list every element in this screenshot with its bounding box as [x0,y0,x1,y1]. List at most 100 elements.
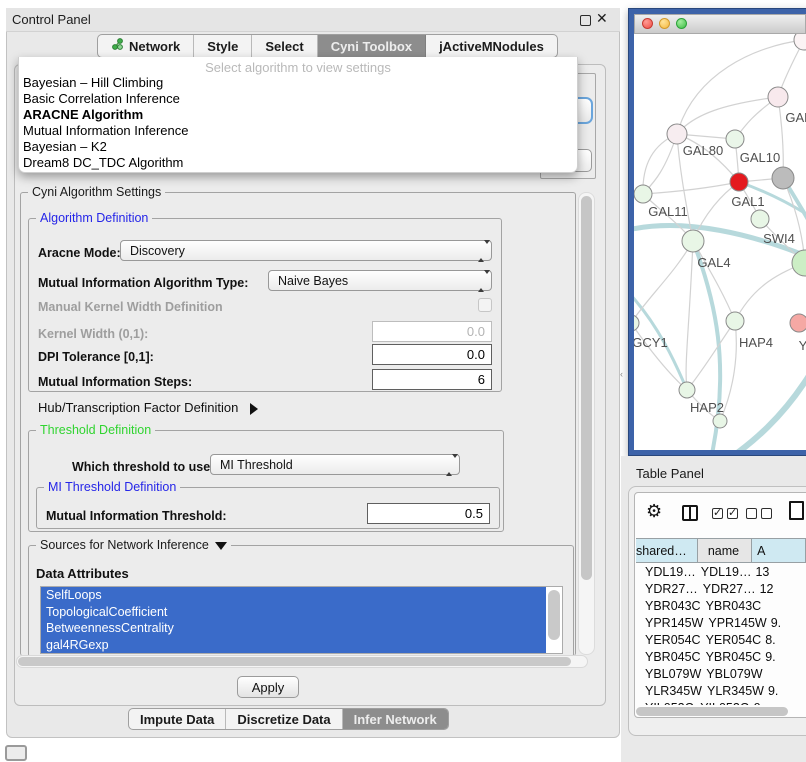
network-icon [111,38,124,54]
network-node[interactable] [794,34,806,50]
which-threshold-combobox[interactable]: MI Threshold [210,454,460,475]
network-node-y[interactable] [790,314,806,332]
minimized-panel-icon[interactable] [5,745,27,761]
tab-select[interactable]: Select [252,35,317,57]
network-node-gal7[interactable] [768,87,788,107]
algorithm-option-bayesian-hill-climbing[interactable]: Bayesian – Hill Climbing [19,75,577,91]
network-node-hap2[interactable] [679,382,695,398]
network-node-gal1[interactable] [751,210,769,228]
data-attributes-list[interactable]: SelfLoopsTopologicalCoefficientBetweenne… [40,586,563,654]
table-row[interactable]: YDL19…YDL19…13 [636,563,806,580]
window-zoom-icon[interactable] [676,18,687,29]
document-icon[interactable] [789,501,804,520]
algorithm-dropdown-popup: Select algorithm to view settings Bayesi… [18,57,578,173]
mi-threshold-label: Mutual Information Threshold: [46,509,227,523]
gear-icon[interactable]: ⚙ [646,501,662,522]
mi-threshold-field[interactable]: 0.5 [367,503,490,524]
table-row[interactable]: YDR27…YDR27…12 [636,580,806,597]
node-label-swi4: SWI4 [763,231,795,246]
algorithm-option-mutual-information-inference[interactable]: Mutual Information Inference [19,123,577,139]
algorithm-option-aracne-algorithm[interactable]: ARACNE Algorithm [19,107,577,123]
network-edge [634,323,687,390]
manual-kernel-width-label: Manual Kernel Width Definition [38,300,223,314]
tab-infer-network[interactable]: Infer Network [343,709,448,729]
network-node-hap4[interactable] [726,312,744,330]
network-node-gal10[interactable] [726,130,744,148]
table-cell: YBR043C [701,597,762,614]
attribute-item-betweennesscentrality[interactable]: BetweennessCentrality [41,620,546,637]
tab-discretize-data[interactable]: Discretize Data [226,709,342,729]
manual-kernel-width-checkbox[interactable] [478,298,492,312]
network-node-gal80[interactable] [667,124,687,144]
attribute-item-gal4rgexp[interactable]: gal4RGexp [41,637,546,654]
table-row[interactable]: YPR145WYPR145W9. [636,614,806,631]
attribute-item-selfloops[interactable]: SelfLoops [41,587,546,604]
mi-threshold-value: 0.5 [465,506,483,521]
window-close-icon[interactable] [642,18,653,29]
table-cell: YDR27… [698,580,756,597]
table-cell: YIL052C [636,699,695,705]
algorithm-option-basic-correlation-inference[interactable]: Basic Correlation Inference [19,91,577,107]
network-edge [643,182,739,194]
network-canvas[interactable]: GAL7GAL80GAL10GAL1GAL11GAL4SWI4GCY1HAP4Y… [634,34,806,450]
network-node[interactable] [713,414,727,428]
aracne-mode-combobox[interactable]: Discovery [120,240,492,261]
settings-hscrollbar-thumb[interactable] [18,657,571,666]
tab-cyni-toolbox[interactable]: Cyni Toolbox [318,35,426,57]
network-node-gal11[interactable] [634,185,652,203]
table-cell [763,665,806,682]
tab-impute-data[interactable]: Impute Data [129,709,226,729]
expander-collapsed-icon [250,403,258,415]
mi-steps-field[interactable]: 6 [372,369,492,390]
dpi-tolerance-field[interactable]: 0.0 [372,344,492,365]
apply-button-label: Apply [252,680,285,695]
settings-vscrollbar-thumb[interactable] [581,196,592,580]
algorithm-option-bayesian-k2[interactable]: Bayesian – K2 [19,139,577,155]
node-label-hap2: HAP2 [690,400,724,415]
window-minimize-icon[interactable] [659,18,670,29]
table-panel-title: Table Panel [636,466,704,481]
mi-threshold-definition-title: MI Threshold Definition [44,480,180,494]
checked-pair-icon[interactable] [712,508,738,519]
table-row[interactable]: YBR043CYBR043C [636,597,806,614]
network-edge [686,241,693,390]
mi-algorithm-type-combobox[interactable]: Naive Bayes [268,270,492,291]
column-header-a[interactable]: A [752,539,806,562]
node-label-gal80: GAL80 [683,143,723,158]
table-rows: YDL19…YDL19…13YDR27…YDR27…12YBR043CYBR04… [636,563,806,705]
table-hscrollbar-thumb[interactable] [636,707,788,716]
network-node-gal4[interactable] [682,230,704,252]
close-icon[interactable]: ✕ [596,10,608,27]
attribute-item-topologicalcoefficient[interactable]: TopologicalCoefficient [41,604,546,621]
hub-expander[interactable]: Hub/Transcription Factor Definition [38,400,258,415]
column-header-name[interactable]: name [698,539,752,562]
attributes-list-scrollbar[interactable] [548,590,560,640]
float-panel-icon[interactable] [580,15,591,26]
table-row[interactable]: YBL079WYBL079W [636,665,806,682]
aracne-mode-label: Aracne Mode: [38,246,121,260]
table-row[interactable]: YBR045CYBR045C9. [636,648,806,665]
node-label-gal10: GAL10 [740,150,780,165]
tab-style[interactable]: Style [194,35,252,57]
network-node[interactable] [730,173,748,191]
unchecked-pair-icon[interactable] [746,508,772,519]
network-node-gcy1[interactable] [634,315,639,331]
tab-jactivemnodules[interactable]: jActiveMNodules [426,35,557,57]
table-cell: 13 [751,563,806,580]
kernel-width-field[interactable]: 0.0 [372,321,492,342]
algorithm-option-dream8-dc-tdc-algorithm[interactable]: Dream8 DC_TDC Algorithm [19,155,577,171]
network-node[interactable] [772,167,794,189]
tab-network[interactable]: Network [98,35,194,57]
table-row[interactable]: YIL052CYIL052C9 [636,699,806,705]
apply-button[interactable]: Apply [237,676,299,698]
column-header-shared-[interactable]: shared… [636,539,698,562]
table-row[interactable]: YLR345WYLR345W9. [636,682,806,699]
splitter-grip-icon[interactable]: ‹ [620,369,623,379]
tab-label: Select [265,39,303,54]
table-row[interactable]: YER054CYER054C8. [636,631,806,648]
tab-label: Cyni Toolbox [331,39,412,54]
node-label-hap4: HAP4 [739,335,773,350]
node-table: shared…nameA YDL19…YDL19…13YDR27…YDR27…1… [636,538,806,705]
mi-steps-label: Mutual Information Steps: [38,375,192,389]
split-columns-icon[interactable] [682,505,698,521]
